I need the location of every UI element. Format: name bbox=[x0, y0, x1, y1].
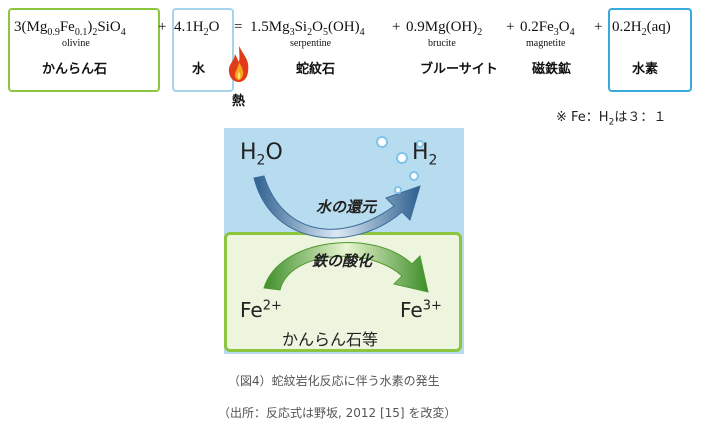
flame-icon bbox=[228, 46, 249, 82]
magnetite-formula: 0.2Fe3O4 bbox=[520, 19, 575, 38]
heat-label: 熱 bbox=[232, 94, 246, 109]
plus-4: + bbox=[594, 19, 603, 35]
equals-sign: = bbox=[234, 19, 243, 35]
brucite-formula: 0.9Mg(OH)2 bbox=[406, 19, 483, 38]
serpentine-jp-label: 蛇紋石 bbox=[296, 62, 336, 77]
ratio-note: ※ Fe：H2は３：１ bbox=[556, 110, 667, 128]
bubble-icon bbox=[396, 152, 408, 164]
brucite-mineral-label: brucite bbox=[428, 38, 456, 49]
olivine-formula-text: 3(Mg0.9Fe0.1)2SiO4 bbox=[14, 19, 126, 38]
plus-1: + bbox=[158, 19, 167, 35]
serpentine-mineral-label: serpentine bbox=[290, 38, 332, 49]
olivine-formula: 3(Mg0.9Fe0.1)2SiO4 bbox=[14, 20, 126, 38]
figure-caption: （図4）蛇紋岩化反応に伴う水素の発生 bbox=[228, 374, 440, 388]
bubble-icon bbox=[394, 186, 402, 194]
figure-source: （出所：反応式は野坂, 2012 [15] を改変） bbox=[218, 406, 457, 420]
olivine-mineral-label: olivine bbox=[62, 38, 90, 49]
serpentine-formula: 1.5Mg3Si2O5(OH)4 bbox=[250, 19, 365, 38]
water-reduction-label: 水の還元 bbox=[316, 198, 377, 216]
brucite-jp-label: ブルーサイト bbox=[420, 62, 498, 77]
hydrogen-formula: 0.2H2(aq) bbox=[612, 19, 671, 38]
magnetite-jp-label: 磁鉄鉱 bbox=[532, 62, 572, 77]
hydrogen-jp-label: 水素 bbox=[632, 62, 659, 77]
h2o-label: H2O bbox=[240, 140, 283, 169]
h2-label: H2 bbox=[412, 140, 438, 169]
bubble-icon bbox=[376, 136, 388, 148]
fe2-label: Fe2+ bbox=[240, 298, 282, 322]
plus-3: + bbox=[506, 19, 515, 35]
magnetite-mineral-label: magnetite bbox=[526, 38, 566, 49]
olivine-jp-label: かんらん石 bbox=[42, 62, 108, 77]
water-jp-label: 水 bbox=[192, 62, 206, 77]
fe3-label: Fe3+ bbox=[400, 298, 442, 322]
water-formula: 4.1H2O bbox=[174, 19, 220, 38]
plus-2: + bbox=[392, 19, 401, 35]
bubble-icon bbox=[409, 171, 419, 181]
iron-oxidation-label: 鉄の酸化 bbox=[312, 252, 373, 270]
olivine-etc-label: かんらん石等 bbox=[282, 330, 379, 349]
